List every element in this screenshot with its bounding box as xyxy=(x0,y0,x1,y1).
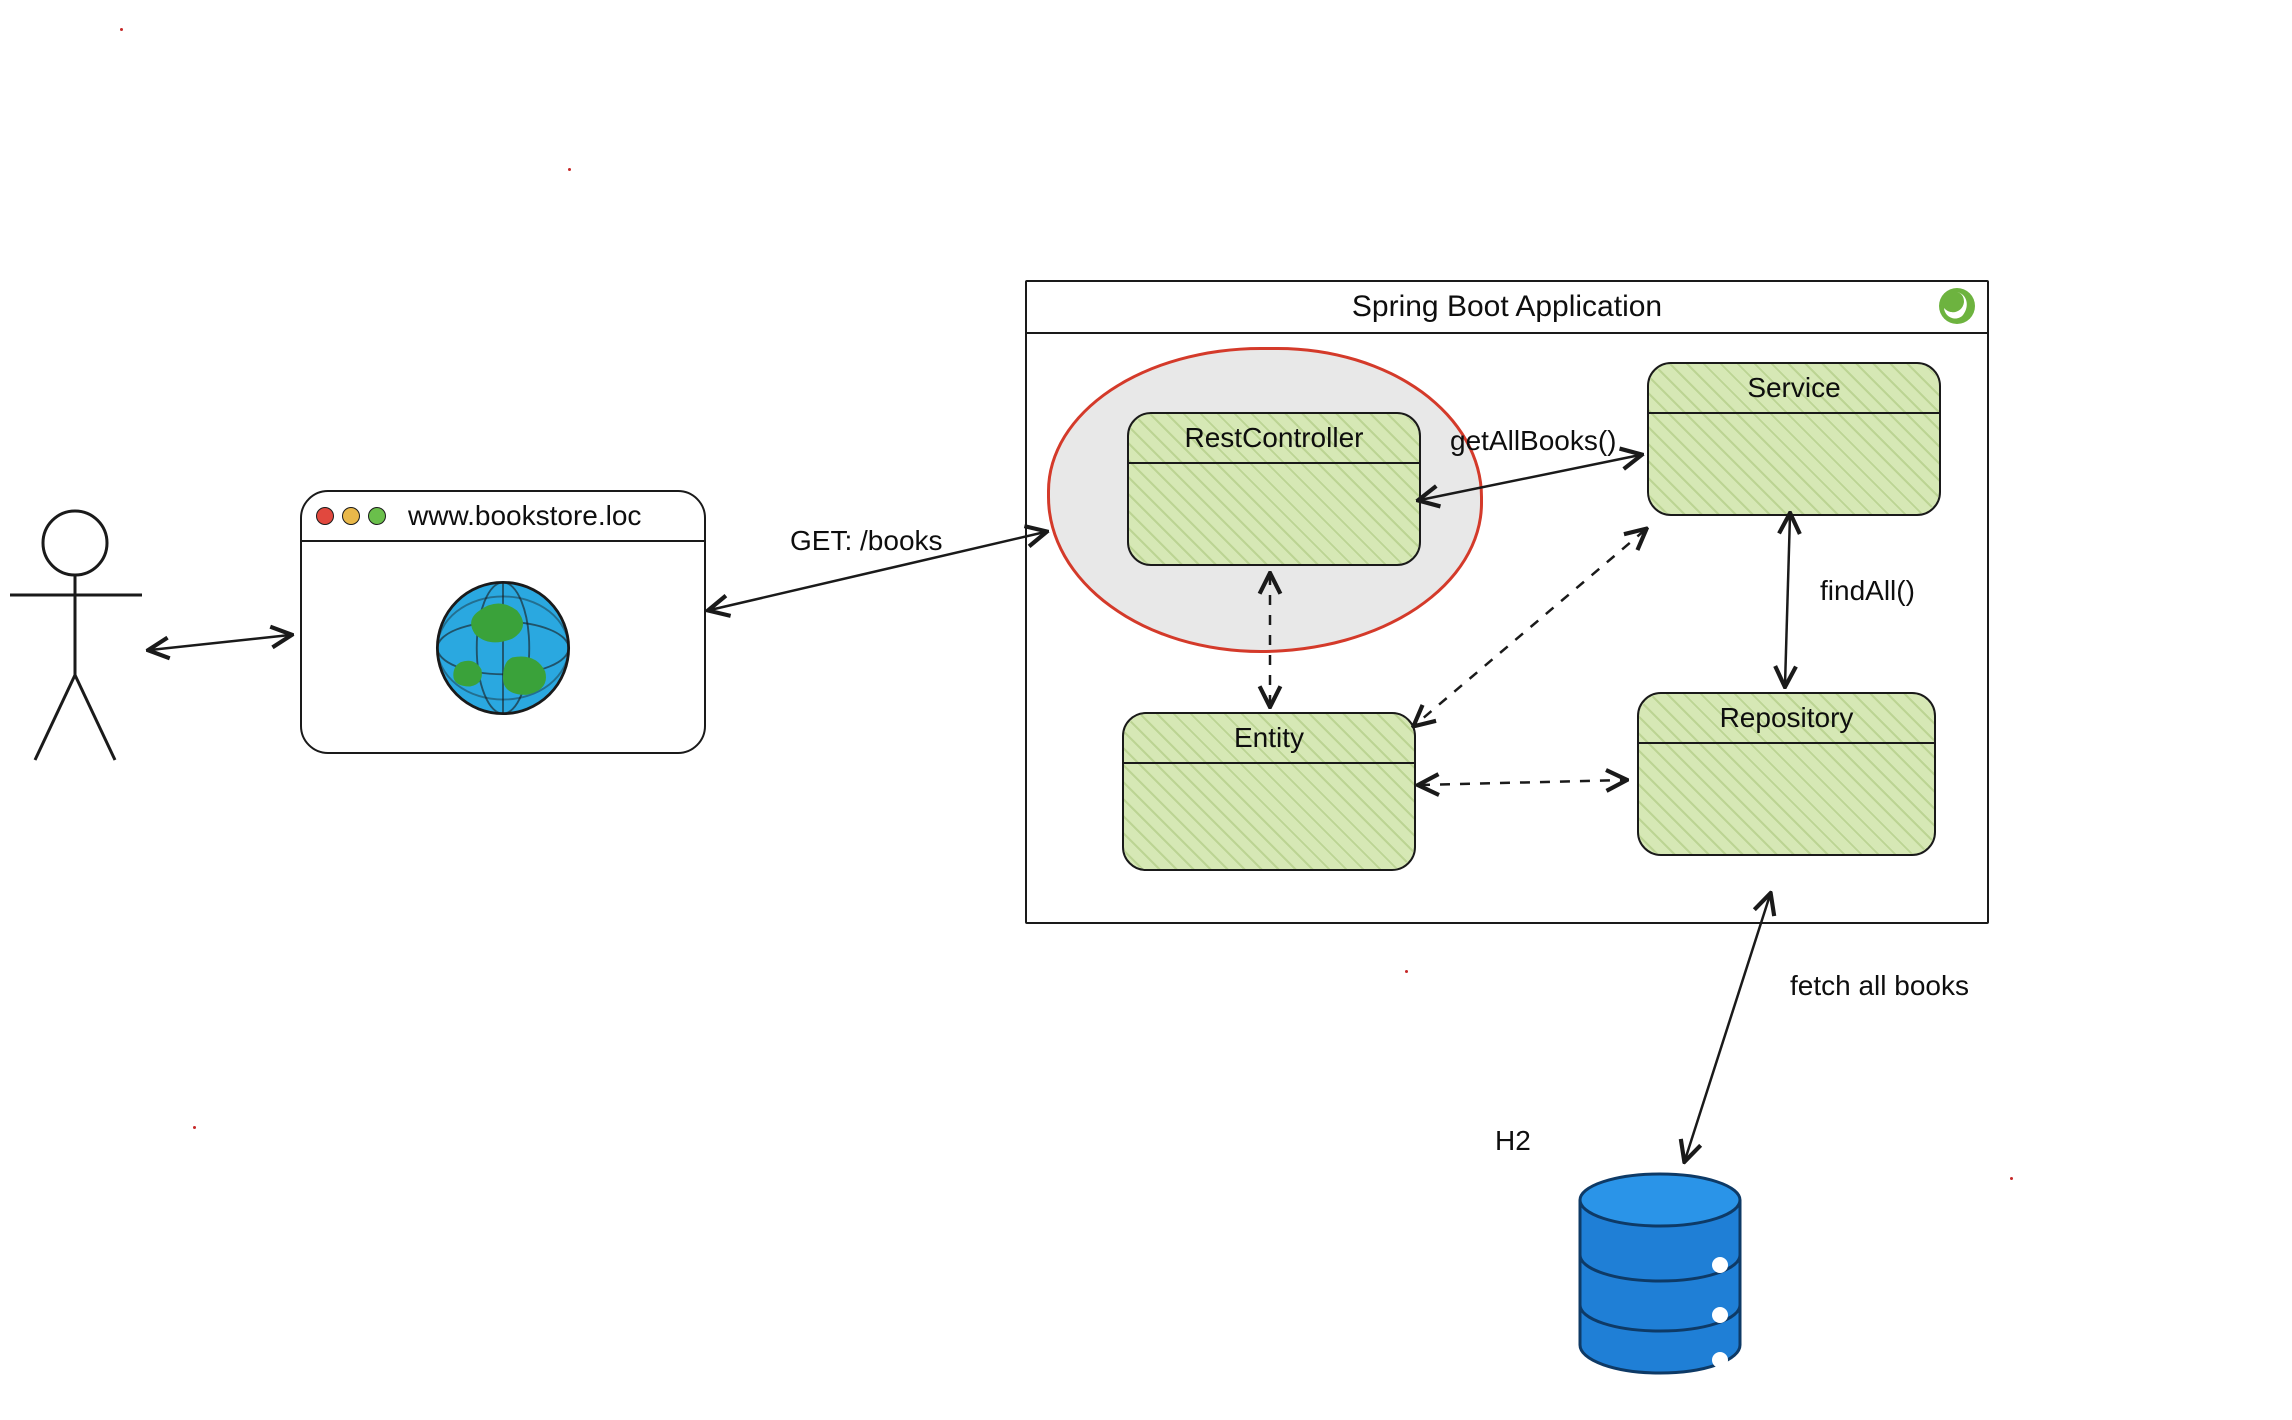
repository-box: Repository xyxy=(1637,692,1936,856)
speck xyxy=(568,168,571,171)
restcontroller-box: RestController xyxy=(1127,412,1421,566)
restcontroller-label: RestController xyxy=(1129,414,1419,464)
speck xyxy=(120,28,123,31)
browser-window: www.bookstore.loc xyxy=(300,490,706,754)
edge-label-fetch-all-books: fetch all books xyxy=(1790,970,1969,1002)
speck xyxy=(1405,970,1408,973)
service-box: Service xyxy=(1647,362,1941,516)
container-titlebar: Spring Boot Application xyxy=(1027,282,1987,334)
edge-label-getallbooks: getAllBooks() xyxy=(1450,425,1617,457)
user-actor-icon xyxy=(10,505,150,765)
browser-url: www.bookstore.loc xyxy=(408,500,641,532)
browser-titlebar: www.bookstore.loc xyxy=(302,492,704,542)
entity-label: Entity xyxy=(1124,714,1414,764)
service-label: Service xyxy=(1649,364,1939,414)
spring-logo-icon xyxy=(1937,286,1977,331)
entity-box: Entity xyxy=(1122,712,1416,871)
globe-icon xyxy=(428,573,578,723)
minimize-dot-icon xyxy=(342,507,360,525)
maximize-dot-icon xyxy=(368,507,386,525)
browser-body xyxy=(302,542,704,754)
container-title: Spring Boot Application xyxy=(1352,290,1662,324)
database-icon xyxy=(1565,1170,1755,1380)
edge-label-findall: findAll() xyxy=(1820,575,1915,607)
edge-label-get-books: GET: /books xyxy=(790,525,943,557)
speck xyxy=(193,1126,196,1129)
close-dot-icon xyxy=(316,507,334,525)
architecture-diagram: www.bookstore.loc Spring Boot Applicatio… xyxy=(0,0,2292,1420)
speck xyxy=(2010,1177,2013,1180)
database-h2 xyxy=(1565,1170,1755,1385)
database-label: H2 xyxy=(1495,1125,1531,1157)
traffic-light-icons xyxy=(316,507,386,525)
repository-label: Repository xyxy=(1639,694,1934,744)
